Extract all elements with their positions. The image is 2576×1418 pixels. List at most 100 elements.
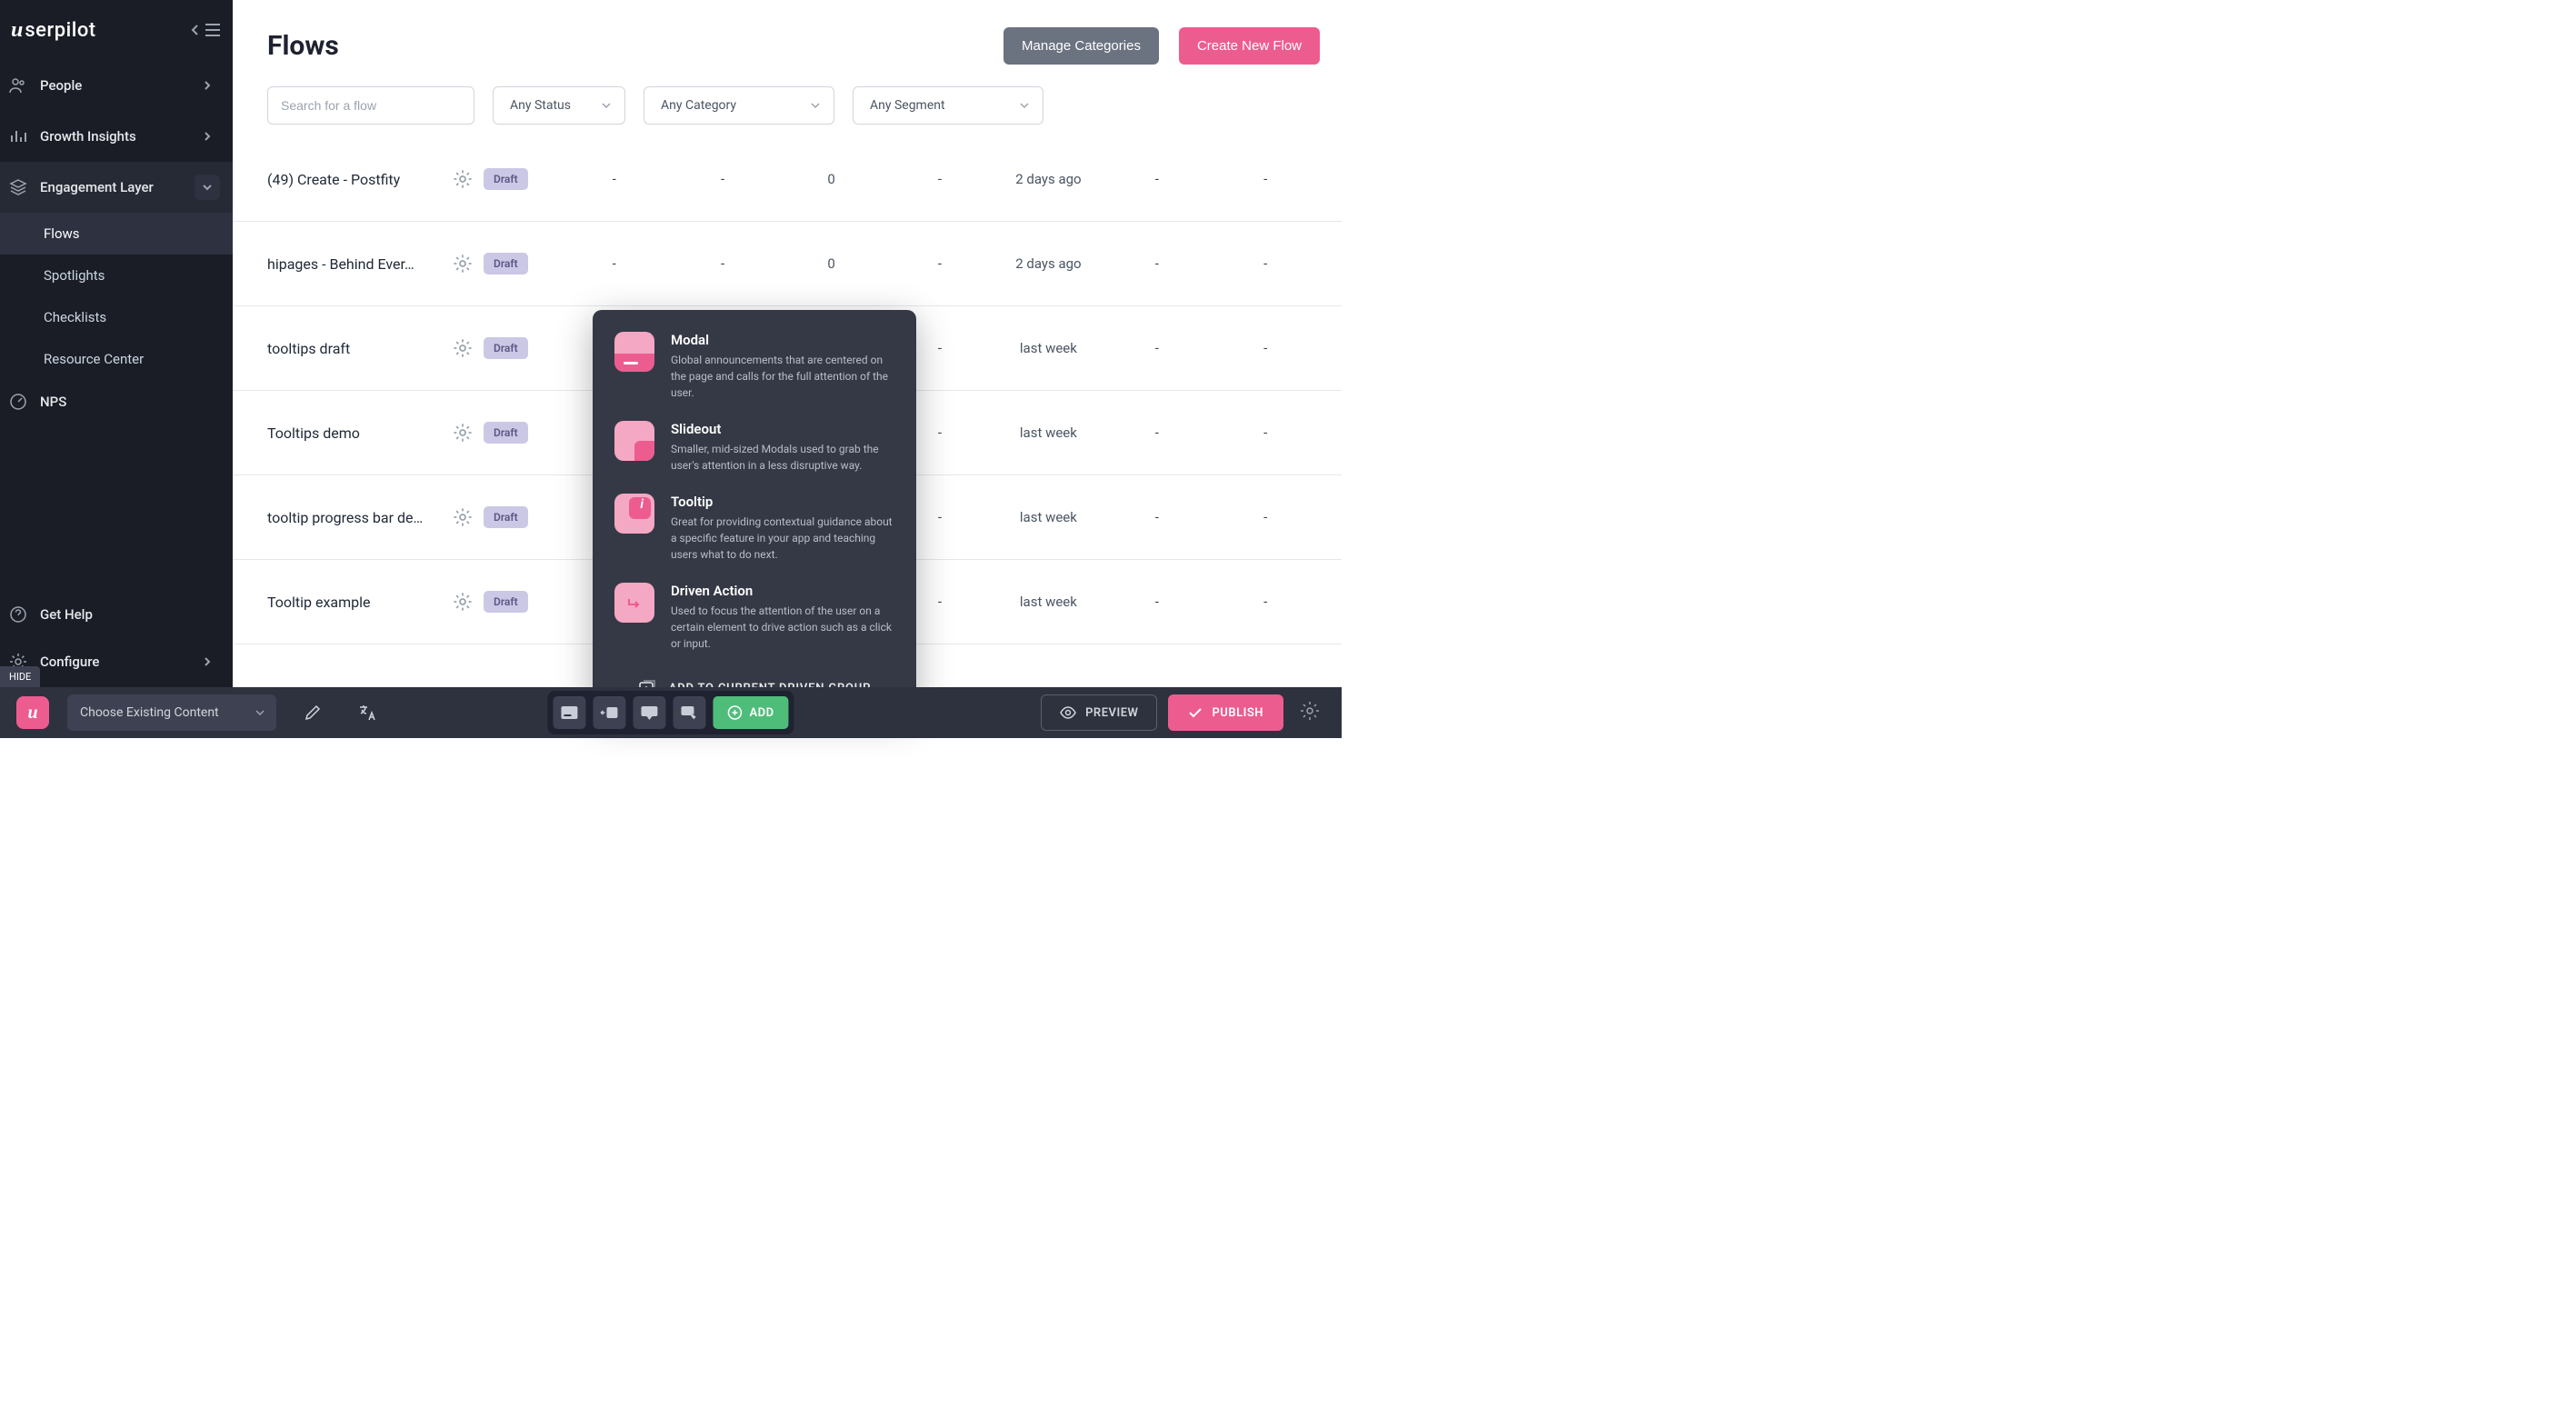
gear-icon	[452, 506, 474, 528]
table-row[interactable]: (49) Create - Postfity Draft - - 0 - 2 d…	[233, 137, 1342, 222]
popover-item-title: Tooltip	[671, 494, 894, 510]
publish-label: PUBLISH	[1212, 706, 1263, 720]
status-filter[interactable]: Any Status	[493, 86, 625, 125]
table-cell: -	[1103, 255, 1211, 272]
sidebar: userpilot People Growth Insights Engagem…	[0, 0, 233, 687]
toolbar-item-driven-action[interactable]	[673, 696, 705, 729]
help-icon	[9, 605, 27, 624]
table-cell: -	[1212, 255, 1320, 272]
driven-action-icon	[614, 583, 654, 623]
people-icon	[9, 76, 27, 95]
chevron-left-icon	[191, 24, 200, 36]
popover-item-title: Driven Action	[671, 583, 894, 599]
sidebar-subitem-resource-center[interactable]: Resource Center	[0, 338, 233, 380]
popover-item-body: Modal Global announcements that are cent…	[671, 332, 894, 401]
status-badge-cell: Draft	[484, 337, 560, 359]
gear-icon	[1300, 701, 1320, 721]
table-cell: -	[1103, 509, 1211, 525]
sidebar-subitem-flows[interactable]: Flows	[0, 213, 233, 255]
sidebar-item-label: Get Help	[40, 606, 220, 623]
sidebar-item-people[interactable]: People	[0, 60, 233, 111]
filter-label: Any Status	[510, 98, 571, 113]
table-cell: -	[1212, 340, 1320, 356]
logo-text: serpilot	[25, 19, 95, 42]
row-settings-button[interactable]	[442, 253, 484, 275]
table-cell: -	[560, 171, 668, 187]
chevron-down-icon	[601, 102, 612, 109]
slideout-icon	[614, 421, 654, 461]
table-row[interactable]: hipages - Behind Ever… Draft - - 0 - 2 d…	[233, 222, 1342, 306]
sidebar-item-label: NPS	[40, 394, 220, 410]
status-badge-cell: Draft	[484, 591, 560, 613]
popover-item-body: Tooltip Great for providing contextual g…	[671, 494, 894, 563]
popover-item-desc: Smaller, mid-sized Modals used to grab t…	[671, 441, 894, 474]
popover-item-desc: Great for providing contextual guidance …	[671, 514, 894, 563]
preview-button[interactable]: PREVIEW	[1041, 694, 1157, 731]
add-button[interactable]: ADD	[713, 696, 788, 729]
status-badge-cell: Draft	[484, 253, 560, 275]
flow-name: Tooltip example	[267, 594, 442, 611]
sidebar-item-engagement-layer[interactable]: Engagement Layer	[0, 162, 233, 213]
gear-icon	[452, 337, 474, 359]
sidebar-item-label: People	[40, 77, 182, 94]
toolbar-item-slideout[interactable]	[593, 696, 625, 729]
segment-filter[interactable]: Any Segment	[853, 86, 1043, 125]
hamburger-icon	[205, 24, 220, 36]
row-settings-button[interactable]	[442, 591, 484, 613]
popover-item-desc: Global announcements that are centered o…	[671, 352, 894, 401]
settings-button[interactable]	[1294, 701, 1325, 724]
flow-name: Tooltips demo	[267, 424, 442, 442]
table-cell: last week	[994, 340, 1103, 356]
translate-icon[interactable]	[349, 694, 385, 731]
flow-name: tooltips draft	[267, 340, 442, 357]
status-badge-cell: Draft	[484, 422, 560, 444]
sidebar-subitem-checklists[interactable]: Checklists	[0, 296, 233, 338]
table-cell: 0	[777, 171, 885, 187]
popover-item-title: Modal	[671, 332, 894, 348]
status-badge-cell: Draft	[484, 506, 560, 528]
page-title: Flows	[267, 30, 339, 62]
manage-categories-button[interactable]: Manage Categories	[1003, 27, 1159, 65]
flow-name: tooltip progress bar de…	[267, 509, 442, 526]
popover-item-driven-action[interactable]: Driven Action Used to focus the attentio…	[614, 583, 894, 652]
status-badge: Draft	[484, 337, 528, 359]
create-new-flow-button[interactable]: Create New Flow	[1179, 27, 1320, 65]
sidebar-collapse-controls[interactable]	[191, 24, 220, 36]
chevron-right-icon	[195, 124, 220, 149]
content-type-toolbar: ADD	[547, 691, 794, 734]
popover-item-modal[interactable]: Modal Global announcements that are cent…	[614, 332, 894, 401]
table-cell: -	[1212, 594, 1320, 610]
tooltip-icon	[614, 494, 654, 534]
layers-icon	[9, 178, 27, 196]
status-badge: Draft	[484, 506, 528, 528]
table-cell: last week	[994, 424, 1103, 441]
sidebar-item-nps[interactable]: NPS	[0, 380, 233, 424]
row-settings-button[interactable]	[442, 506, 484, 528]
sidebar-subitem-spotlights[interactable]: Spotlights	[0, 255, 233, 296]
row-settings-button[interactable]	[442, 422, 484, 444]
sidebar-subitem-label: Checklists	[44, 309, 106, 325]
category-filter[interactable]: Any Category	[644, 86, 834, 125]
popover-item-slideout[interactable]: Slideout Smaller, mid-sized Modals used …	[614, 421, 894, 474]
row-settings-button[interactable]	[442, 168, 484, 190]
gear-icon	[452, 168, 474, 190]
popover-item-tooltip[interactable]: Tooltip Great for providing contextual g…	[614, 494, 894, 563]
content-type-popover: Modal Global announcements that are cent…	[593, 310, 916, 712]
publish-button[interactable]: PUBLISH	[1168, 694, 1283, 731]
edit-icon[interactable]	[295, 694, 331, 731]
hide-tab[interactable]: HIDE	[0, 666, 40, 687]
sidebar-subitem-label: Resource Center	[44, 351, 144, 367]
choose-existing-content-select[interactable]: Choose Existing Content	[67, 694, 276, 731]
main-header: Flows Manage Categories Create New Flow	[233, 0, 1342, 74]
toolbar-item-modal[interactable]	[553, 696, 585, 729]
bar-chart-icon	[9, 127, 27, 145]
toolbar-item-tooltip[interactable]	[633, 696, 665, 729]
userpilot-logo-small[interactable]: u	[16, 696, 49, 729]
row-settings-button[interactable]	[442, 337, 484, 359]
status-badge: Draft	[484, 422, 528, 444]
modal-icon	[614, 332, 654, 372]
sidebar-item-growth-insights[interactable]: Growth Insights	[0, 111, 233, 162]
search-input[interactable]	[267, 86, 474, 125]
status-badge: Draft	[484, 168, 528, 190]
sidebar-item-get-help[interactable]: Get Help	[0, 593, 233, 636]
